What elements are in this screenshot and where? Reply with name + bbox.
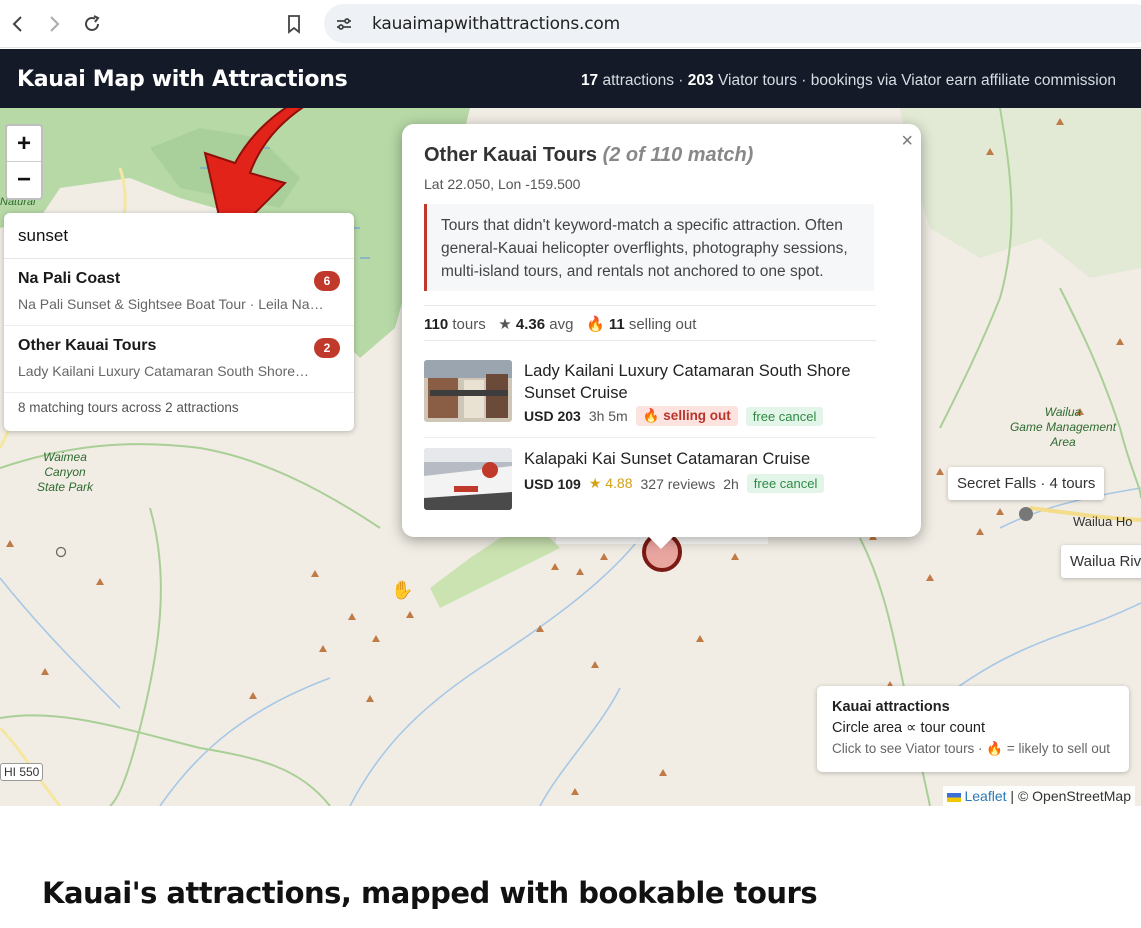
search-panel: sunset Na Pali Coast Na Pali Sunset & Si… (4, 213, 354, 431)
tour-item[interactable]: Lady Kailani Luxury Catamaran South Shor… (424, 360, 876, 430)
header-stats: 17 attractions · 203 Viator tours · book… (581, 72, 1116, 90)
map-legend: Kauai attractions Circle area ∝ tour cou… (817, 686, 1129, 772)
result-name: Na Pali Coast (18, 270, 121, 287)
star-icon: ★ (498, 316, 512, 333)
avg-label: avg (549, 316, 574, 333)
divider (424, 437, 876, 438)
address-bar[interactable]: kauaimapwithattractions.com (324, 4, 1141, 43)
attraction-popup: × Other Kauai Tours (2 of 110 match) Lat… (402, 124, 921, 549)
selling-out-badge: 🔥 selling out (635, 406, 738, 426)
popup-match-count: (2 of 110 match) (602, 144, 754, 166)
result-sub: Na Pali Sunset & Sightsee Boat Tour · Le… (18, 296, 324, 312)
tour-duration: 3h 5m (588, 408, 628, 424)
result-sub: Lady Kailani Luxury Catamaran South Shor… (18, 363, 310, 379)
legend-line2: Click to see Viator tours · 🔥 = likely t… (832, 741, 1114, 757)
selling-out-count: 11 (608, 316, 625, 333)
tours-count: 110 (424, 316, 449, 333)
bookmark-icon[interactable] (278, 8, 310, 40)
popup-stats: 110 tours ★ 4.36 avg 🔥 11 selling out (424, 305, 876, 341)
map-attribution: Leaflet | © OpenStreetMap (942, 786, 1135, 806)
site-title[interactable]: Kauai Map with Attractions (17, 67, 348, 92)
tour-name[interactable]: Lady Kailani Luxury Catamaran South Shor… (524, 360, 869, 404)
osm-attribution[interactable]: | © OpenStreetMap (1010, 788, 1131, 804)
popup-coords: Lat 22.050, Lon -159.500 (424, 176, 581, 192)
avg-rating: 4.36 (515, 316, 546, 333)
fire-icon: 🔥 (986, 741, 1004, 756)
search-result-na-pali[interactable]: Na Pali Coast Na Pali Sunset & Sightsee … (4, 259, 354, 326)
selling-out-text: selling out (663, 408, 731, 423)
popup-title: Other Kauai Tours (2 of 110 match) (424, 144, 753, 167)
legend-title: Kauai attractions (832, 699, 950, 715)
attraction-label-wailua-river[interactable]: Wailua Riv (1061, 545, 1141, 578)
tours-count: 203 (687, 72, 714, 89)
url-text[interactable]: kauaimapwithattractions.com (372, 14, 620, 34)
tours-label: tours (452, 316, 486, 333)
section-title: Kauai's attractions, mapped with bookabl… (42, 876, 818, 910)
free-cancel-badge: free cancel (745, 406, 824, 426)
ukraine-flag-icon (946, 792, 961, 802)
search-result-other-tours[interactable]: Other Kauai Tours Lady Kailani Luxury Ca… (4, 326, 354, 393)
leaflet-link[interactable]: Leaflet (964, 788, 1006, 804)
zoom-in-button[interactable]: + (7, 126, 41, 162)
tour-price: USD 109 (524, 475, 581, 492)
tour-item[interactable]: Kalapaki Kai Sunset Catamaran Cruise USD… (424, 448, 876, 510)
selling-out-label: selling out (628, 316, 697, 333)
road-label: HI 550 (0, 763, 44, 781)
browser-toolbar: kauaimapwithattractions.com (0, 0, 1141, 48)
legend-line2-a: Click to see Viator tours · (832, 741, 987, 756)
fire-icon: 🔥 (585, 316, 605, 333)
back-icon[interactable] (2, 8, 34, 40)
tour-name[interactable]: Kalapaki Kai Sunset Catamaran Cruise (524, 448, 869, 470)
zoom-out-button[interactable]: − (7, 162, 41, 198)
close-icon[interactable]: × (901, 130, 913, 153)
tour-meta: USD 109 ★ 4.88 327 reviews 2h free cance… (524, 474, 825, 493)
result-name: Other Kauai Tours (18, 337, 157, 354)
tour-duration: 2h (723, 475, 739, 492)
tour-price: USD 203 (524, 408, 581, 424)
reload-icon[interactable] (76, 8, 108, 40)
place-label-wailua-ho: Wailua Ho (1073, 514, 1133, 529)
site-settings-icon[interactable] (334, 14, 354, 34)
tour-thumbnail[interactable] (424, 360, 512, 422)
zoom-control: + − (5, 124, 43, 200)
popup-description: Tours that didn't keyword-match a specif… (424, 204, 874, 291)
attractions-label: attractions · (602, 72, 688, 89)
popup-tip (648, 536, 674, 549)
popup-title-text: Other Kauai Tours (424, 144, 597, 166)
result-count-badge: 6 (314, 271, 340, 291)
place-label-wailua-game: Wailua Game Management Area (1009, 405, 1117, 449)
forward-icon[interactable] (38, 8, 70, 40)
legend-line2-b: = likely to sell out (1003, 741, 1111, 756)
legend-line1: Circle area ∝ tour count (832, 720, 986, 736)
tour-rating: ★ 4.88 (588, 475, 633, 491)
search-footer: 8 matching tours across 2 attractions (18, 400, 239, 415)
tour-reviews: 327 reviews (640, 475, 716, 492)
hand-cursor-icon: ✋ (391, 580, 414, 600)
free-cancel-badge: free cancel (746, 474, 825, 493)
attractions-count: 17 (580, 72, 599, 89)
tour-thumbnail[interactable] (424, 448, 512, 510)
attraction-label-secret-falls[interactable]: Secret Falls · 4 tours (948, 467, 1105, 500)
tour-meta: USD 203 3h 5m 🔥 selling out free cancel (524, 406, 824, 426)
tours-label: Viator tours · bookings via Viator earn … (717, 72, 1116, 89)
result-count-badge: 2 (314, 338, 340, 358)
app-header: Kauai Map with Attractions 17 attraction… (0, 49, 1141, 108)
search-input[interactable]: sunset (4, 213, 354, 259)
place-label-waimea: Waimea Canyon State Park (36, 450, 94, 494)
